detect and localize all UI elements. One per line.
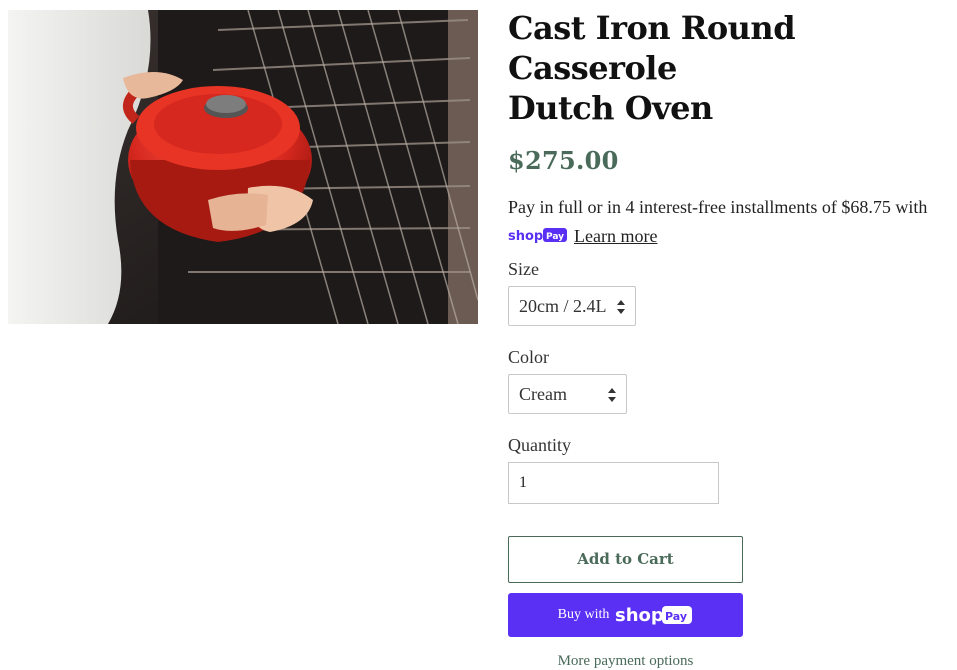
shoppay-logo-icon: shop Pay (615, 605, 693, 626)
color-label: Color (508, 347, 550, 368)
color-select[interactable]: Cream (508, 374, 627, 415)
product-title-line-1: Cast Iron Round Casserole (508, 9, 796, 87)
svg-text:shop: shop (615, 605, 664, 626)
installments-note: Pay in full or in 4 interest-free instal… (508, 193, 948, 252)
size-select-value: 20cm / 2.4L (519, 296, 607, 317)
product-info: Cast Iron Round Casserole Dutch Oven $27… (508, 8, 948, 670)
size-select[interactable]: 20cm / 2.4L (508, 286, 636, 327)
product-title-line-2: Dutch Oven (508, 89, 713, 127)
svg-text:Pay: Pay (665, 610, 687, 623)
installments-text: Pay in full or in 4 interest-free instal… (508, 197, 928, 217)
color-select-value: Cream (519, 384, 567, 405)
quantity-input[interactable] (508, 462, 719, 505)
learn-more-link[interactable]: Learn more (574, 226, 657, 246)
product-title: Cast Iron Round Casserole Dutch Oven (508, 8, 948, 128)
quantity-label: Quantity (508, 435, 571, 456)
select-arrows-icon (617, 300, 625, 315)
product-price: $275.00 (508, 146, 619, 175)
add-to-cart-button[interactable]: Add to Cart (508, 536, 743, 584)
svg-text:Pay: Pay (546, 232, 564, 242)
product-image[interactable] (8, 10, 478, 324)
buy-with-shoppay-button[interactable]: Buy with shop Pay (508, 593, 743, 638)
more-payment-options-link[interactable]: More payment options (508, 653, 743, 670)
shoppay-badge-icon: shop Pay (508, 223, 568, 252)
select-arrows-icon (608, 388, 616, 403)
size-label: Size (508, 259, 539, 280)
buy-with-label: Buy with (557, 607, 610, 623)
dutch-oven-photo (8, 10, 478, 324)
svg-text:shop: shop (508, 229, 543, 243)
